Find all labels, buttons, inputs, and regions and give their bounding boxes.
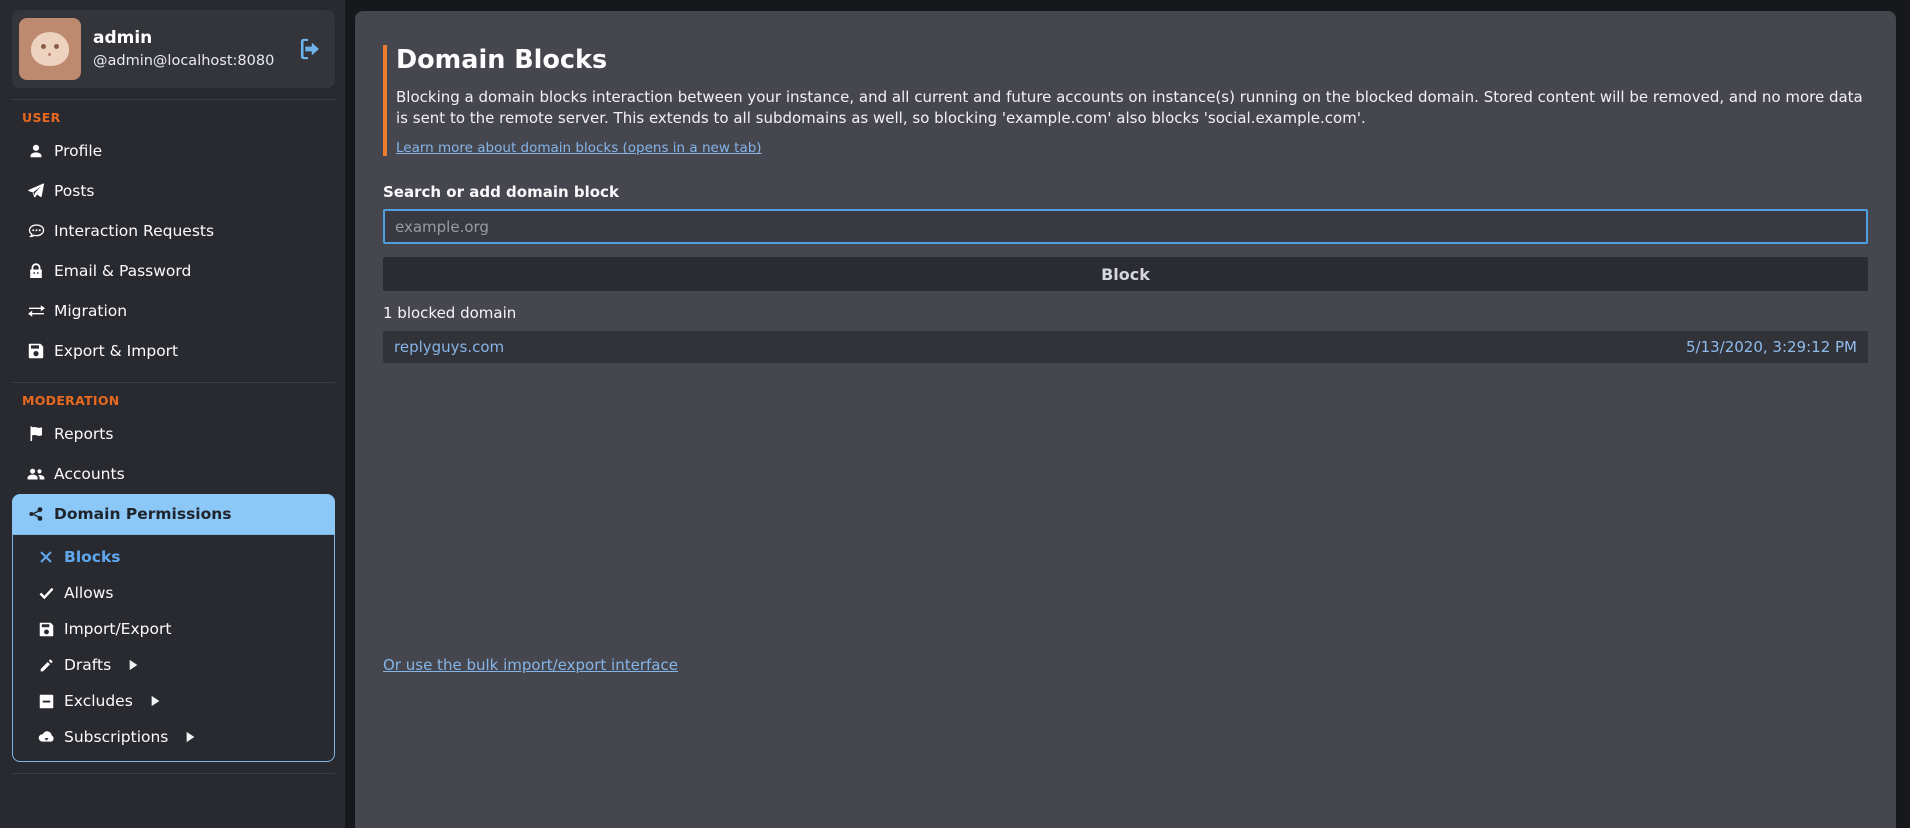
sidebar-item-reports[interactable]: Reports xyxy=(12,414,335,454)
sidebar-item-export-import[interactable]: Export & Import xyxy=(12,331,335,371)
user-handle: @admin@localhost:8080 xyxy=(93,51,274,72)
blocked-domain-date: 5/13/2020, 3:29:12 PM xyxy=(1686,338,1857,356)
comment-dots-icon xyxy=(27,223,45,239)
user-info: admin @admin@localhost:8080 xyxy=(93,26,274,72)
lock-icon xyxy=(27,263,45,279)
user-name: admin xyxy=(93,26,274,51)
x-icon xyxy=(37,550,55,564)
user-card[interactable]: admin @admin@localhost:8080 xyxy=(12,10,335,88)
flag-icon xyxy=(27,426,45,442)
sidebar-item-label: Posts xyxy=(54,182,95,200)
avatar xyxy=(19,18,81,80)
page-description: Blocking a domain blocks interaction bet… xyxy=(396,87,1868,128)
save-icon xyxy=(37,622,55,637)
page-header: Domain Blocks Blocking a domain blocks i… xyxy=(383,45,1868,156)
blocked-domain-row[interactable]: replyguys.com 5/13/2020, 3:29:12 PM xyxy=(383,331,1868,363)
sidebar-item-label: Allows xyxy=(64,584,113,602)
sidebar-item-profile[interactable]: Profile xyxy=(12,131,335,171)
section-label-user: USER xyxy=(22,110,335,125)
sidebar-item-label: Domain Permissions xyxy=(54,505,232,523)
main-panel: Domain Blocks Blocking a domain blocks i… xyxy=(355,11,1896,828)
sidebar-item-label: Profile xyxy=(54,142,102,160)
app-root: admin @admin@localhost:8080 USER Profile… xyxy=(0,0,1910,828)
minus-square-icon xyxy=(37,694,55,709)
save-icon xyxy=(27,343,45,359)
sidebar-item-label: Reports xyxy=(54,425,113,443)
sign-out-icon[interactable] xyxy=(299,38,325,60)
sidebar-item-blocks[interactable]: Blocks xyxy=(13,539,334,575)
bulk-import-export-link[interactable]: Or use the bulk import/export interface xyxy=(383,656,678,674)
exchange-icon xyxy=(27,304,45,318)
share-nodes-icon xyxy=(27,506,45,522)
learn-more-link[interactable]: Learn more about domain blocks (opens in… xyxy=(396,140,762,156)
sidebar-item-interaction-requests[interactable]: Interaction Requests xyxy=(12,211,335,251)
user-icon xyxy=(27,143,45,159)
caret-right-icon xyxy=(150,695,161,707)
sidebar-item-excludes[interactable]: Excludes xyxy=(13,683,334,719)
caret-right-icon xyxy=(128,659,139,671)
sidebar-item-migration[interactable]: Migration xyxy=(12,291,335,331)
sidebar-item-label: Export & Import xyxy=(54,342,178,360)
sidebar-item-subscriptions[interactable]: Subscriptions xyxy=(13,719,334,755)
users-icon xyxy=(27,467,45,482)
sidebar-item-posts[interactable]: Posts xyxy=(12,171,335,211)
blocked-domain-link[interactable]: replyguys.com xyxy=(394,338,504,356)
page-title: Domain Blocks xyxy=(396,45,1868,75)
sidebar-item-drafts[interactable]: Drafts xyxy=(13,647,334,683)
sidebar-item-label: Subscriptions xyxy=(64,728,168,746)
sidebar-item-label: Accounts xyxy=(54,465,125,483)
sidebar: admin @admin@localhost:8080 USER Profile… xyxy=(0,0,345,828)
domain-search-input[interactable] xyxy=(383,209,1868,244)
sidebar-item-label: Migration xyxy=(54,302,127,320)
sidebar-item-allows[interactable]: Allows xyxy=(13,575,334,611)
sidebar-divider xyxy=(12,99,335,100)
caret-right-icon xyxy=(185,731,196,743)
sidebar-item-label: Email & Password xyxy=(54,262,191,280)
search-label: Search or add domain block xyxy=(383,183,1868,201)
sidebar-item-accounts[interactable]: Accounts xyxy=(12,454,335,494)
sidebar-item-label: Import/Export xyxy=(64,620,171,638)
cloud-download-icon xyxy=(37,730,55,744)
sidebar-item-label: Interaction Requests xyxy=(54,222,214,240)
sidebar-divider xyxy=(12,382,335,383)
block-button[interactable]: Block xyxy=(383,257,1868,291)
sidebar-item-label: Blocks xyxy=(64,548,121,566)
sidebar-item-label: Excludes xyxy=(64,692,133,710)
pencil-icon xyxy=(37,658,55,673)
sidebar-item-import-export[interactable]: Import/Export xyxy=(13,611,334,647)
sidebar-item-label: Drafts xyxy=(64,656,111,674)
section-label-moderation: MODERATION xyxy=(22,393,335,408)
sidebar-item-domain-permissions[interactable]: Domain Permissions xyxy=(12,494,335,534)
sidebar-item-email-password[interactable]: Email & Password xyxy=(12,251,335,291)
paper-plane-icon xyxy=(27,183,45,199)
check-icon xyxy=(37,587,55,600)
sidebar-divider xyxy=(12,773,335,774)
blocked-domain-count: 1 blocked domain xyxy=(383,304,1868,322)
domain-permissions-submenu: Blocks Allows Import/Export Drafts Exclu… xyxy=(12,534,335,762)
